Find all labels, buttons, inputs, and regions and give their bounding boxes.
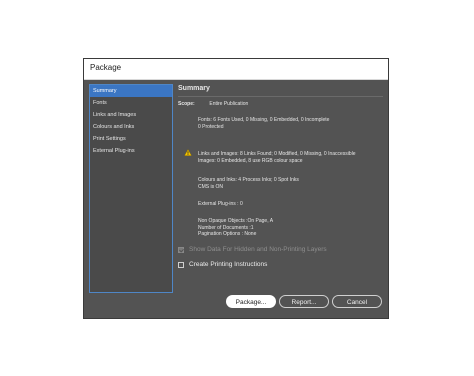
warning-icon <box>184 149 192 156</box>
sidebar-item-links-and-images[interactable]: Links and Images <box>90 109 172 121</box>
scope-row: Scope: Entire Publication <box>178 101 248 107</box>
package-button[interactable]: Package... <box>226 295 276 308</box>
colours-summary-line2: CMS is ON <box>198 183 223 190</box>
show-hidden-layers-checkbox <box>178 246 184 253</box>
colours-summary: Colours and Inks: 4 Process Inks; 0 Spot… <box>198 177 378 190</box>
show-hidden-layers-label: Show Data For Hidden and Non-Printing La… <box>189 246 327 253</box>
summary-panel: Summary <box>178 84 383 94</box>
fonts-summary-line2: 0 Protected <box>198 123 224 130</box>
links-summary: Links and Images: 8 Links Found; 0 Modif… <box>198 151 378 164</box>
sidebar-item-fonts[interactable]: Fonts <box>90 97 172 109</box>
dialog-title: Package <box>90 63 122 72</box>
sidebar-item-external-plug-ins[interactable]: External Plug-ins <box>90 145 172 157</box>
pagination-options-line: Pagination Options : None <box>198 231 257 237</box>
fonts-summary: Fonts: 6 Fonts Used, 0 Missing, 0 Embedd… <box>198 117 378 130</box>
plugins-summary-line: External Plug-ins : 0 <box>198 201 243 207</box>
sidebar-item-colours-and-inks[interactable]: Colours and Inks <box>90 121 172 133</box>
section-title: Summary <box>178 85 210 92</box>
links-summary-line2: Images: 0 Embedded, 8 use RGB colour spa… <box>198 157 303 164</box>
scope-value: Entire Publication <box>209 101 249 107</box>
dialog-titlebar: Package <box>84 59 388 80</box>
misc-summary: Non Opaque Objects :On Page, A Number of… <box>198 218 378 238</box>
section-divider <box>178 96 383 97</box>
links-summary-line1: Links and Images: 8 Links Found; 0 Modif… <box>198 151 356 157</box>
package-dialog: Package Summary Fonts Links and Images C… <box>83 58 389 319</box>
sidebar-item-print-settings[interactable]: Print Settings <box>90 133 172 145</box>
create-printing-instructions-checkbox[interactable] <box>178 261 184 268</box>
create-printing-instructions-label: Create Printing Instructions <box>189 261 268 268</box>
sidebar-item-summary[interactable]: Summary <box>90 85 172 97</box>
scope-label: Scope: <box>178 101 195 107</box>
create-printing-instructions-option[interactable]: Create Printing Instructions <box>178 261 267 268</box>
sidebar: Summary Fonts Links and Images Colours a… <box>89 84 173 293</box>
report-button[interactable]: Report... <box>279 295 329 308</box>
show-hidden-layers-option: Show Data For Hidden and Non-Printing La… <box>178 246 327 253</box>
cancel-button[interactable]: Cancel <box>332 295 382 308</box>
plugins-summary: External Plug-ins : 0 <box>198 201 378 208</box>
